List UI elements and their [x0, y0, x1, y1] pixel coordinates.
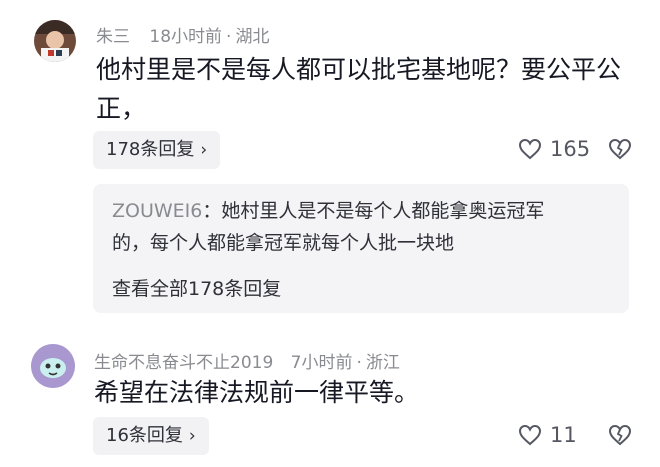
chevron-right-icon: ›	[200, 140, 208, 160]
like-button[interactable]: 11	[518, 423, 577, 447]
dislike-button[interactable]	[608, 138, 632, 164]
view-replies-button[interactable]: 178条回复 ›	[93, 131, 221, 169]
reply-author[interactable]: ZOUWEI6	[112, 200, 202, 222]
like-count: 165	[550, 137, 591, 161]
avatar-user-2[interactable]	[31, 344, 75, 388]
avatar-user-1[interactable]	[34, 20, 76, 62]
heart-outline-icon	[518, 424, 542, 446]
comment-time: 18小时前	[149, 27, 223, 47]
comment-text-line-2: 正，	[96, 94, 147, 123]
chevron-right-icon: ›	[188, 426, 196, 446]
view-replies-button[interactable]: 16条回复 ›	[93, 417, 209, 455]
comment-location: 浙江	[365, 353, 400, 373]
comment-text-line-1: 他村里是不是每人都可以批宅基地呢？要公平公	[96, 55, 622, 84]
view-all-replies-link[interactable]: 查看全部178条回复	[112, 274, 281, 301]
like-button[interactable]: 165	[518, 137, 590, 161]
heart-outline-icon	[518, 138, 542, 160]
username[interactable]: 朱三	[96, 27, 130, 47]
broken-heart-icon	[608, 424, 632, 446]
comment-meta: 生命不息奋斗不止2019 7小时前 · 浙江	[94, 353, 400, 373]
replies-count-label: 16条回复	[106, 425, 183, 446]
reply-text-line-2: 的，每个人都能拿冠军就每个人批一块地	[112, 232, 455, 254]
comment-time: 7小时前	[290, 353, 353, 373]
replies-count-label: 178条回复	[106, 139, 195, 160]
username[interactable]: 生命不息奋斗不止2019	[94, 353, 273, 373]
reply-text-line-1: ：她村里人是不是每个人都能拿奥运冠军	[202, 200, 545, 222]
comment-location: 湖北	[235, 27, 270, 47]
comment-meta: 朱三 18小时前 · 湖北	[96, 27, 270, 47]
like-count: 11	[550, 423, 577, 447]
reply-preview-text: ZOUWEI6：她村里人是不是每个人都能拿奥运冠军 的，每个人都能拿冠军就每个人…	[112, 195, 617, 259]
dislike-button[interactable]	[608, 424, 632, 450]
comment-text: 他村里是不是每人都可以批宅基地呢？要公平公 正，	[96, 50, 641, 128]
broken-heart-icon	[608, 138, 632, 160]
comment-text: 希望在法律法规前一律平等。	[94, 378, 420, 407]
